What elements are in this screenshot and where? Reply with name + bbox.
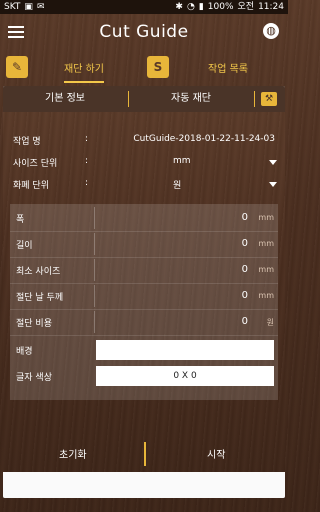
background-color-picker[interactable] xyxy=(96,340,274,360)
min-size-input[interactable] xyxy=(94,259,256,281)
colon: : xyxy=(85,134,89,144)
param-unit: mm xyxy=(258,291,274,300)
time-label: 11:24 xyxy=(258,2,284,12)
param-value: 0 xyxy=(241,264,248,275)
header-divider xyxy=(254,91,255,107)
chevron-down-icon[interactable] xyxy=(269,160,277,165)
job-name-row: 작업 명 : CutGuide-2018-01-22-11-24-03 xyxy=(13,134,281,148)
currency-unit-value[interactable]: 원 xyxy=(173,178,181,191)
tab-cut[interactable]: 재단 하기 xyxy=(64,60,104,83)
auto-cut-button[interactable]: 자동 재단 xyxy=(129,86,253,112)
row-divider xyxy=(10,335,278,336)
bluetooth-icon: ✱ xyxy=(175,2,183,12)
params-table: 폭 0 mm 길이 0 mm 최소 사이즈 0 mm 절단 날 두께 0 mm … xyxy=(10,204,278,400)
param-label: 폭 xyxy=(16,215,25,225)
param-min-size-row: 최소 사이즈 0 mm xyxy=(10,258,278,282)
main-panel: 기본 정보 자동 재단 ⚒ 작업 명 : CutGuide-2018-01-22… xyxy=(3,86,285,498)
param-label: 절단 날 두께 xyxy=(16,293,64,303)
panel-header: 기본 정보 자동 재단 ⚒ xyxy=(3,86,285,112)
action-divider xyxy=(144,442,146,466)
chevron-down-icon[interactable] xyxy=(269,182,277,187)
size-unit-row[interactable]: 사이즈 단위 : mm xyxy=(13,156,281,170)
size-unit-value[interactable]: mm xyxy=(173,156,191,166)
signal-icon: ▮ xyxy=(198,2,204,12)
saw-icon[interactable]: ⚒ xyxy=(261,92,277,106)
tab-bar: ✎ 재단 하기 S 작업 목록 xyxy=(0,50,288,84)
menu-icon[interactable] xyxy=(8,23,24,41)
param-value: 0 xyxy=(241,238,248,249)
bottom-action-bar: 초기화 시작 xyxy=(3,436,285,472)
currency-unit-label: 화폐 단위 xyxy=(13,181,49,191)
param-unit: 원 xyxy=(266,318,274,327)
text-color-picker[interactable]: 0 X 0 xyxy=(96,366,274,386)
time-prefix: 오전 xyxy=(237,2,255,12)
param-label: 절단 비용 xyxy=(16,319,52,329)
param-width-row: 폭 0 mm xyxy=(10,206,278,230)
param-label: 최소 사이즈 xyxy=(16,267,61,277)
width-input[interactable] xyxy=(94,207,256,229)
panel-footer xyxy=(3,472,285,498)
param-background-row: 배경 xyxy=(10,338,278,362)
param-label: 글자 색상 xyxy=(16,373,52,383)
battery-label: 100% xyxy=(207,2,234,12)
job-name-value[interactable]: CutGuide-2018-01-22-11-24-03 xyxy=(133,134,275,144)
param-label: 길이 xyxy=(16,241,33,251)
tab-job-list[interactable]: 작업 목록 xyxy=(208,60,248,75)
param-blade-row: 절단 날 두께 0 mm xyxy=(10,284,278,308)
reset-button[interactable]: 초기화 xyxy=(59,446,87,461)
form-area: 작업 명 : CutGuide-2018-01-22-11-24-03 사이즈 … xyxy=(3,112,285,498)
start-button[interactable]: 시작 xyxy=(207,446,225,461)
colon: : xyxy=(85,178,89,188)
notification-icon: ▣ xyxy=(24,2,33,12)
colon: : xyxy=(85,156,89,166)
length-input[interactable] xyxy=(94,233,256,255)
status-bar: SKT ▣ ✉ ✱ ◔ ▮ 100% 오전 11:24 xyxy=(0,0,288,14)
param-label: 배경 xyxy=(16,347,33,357)
app-title: Cut Guide xyxy=(99,22,189,42)
param-unit: mm xyxy=(258,265,274,274)
ruler-icon[interactable]: ✎ xyxy=(6,56,28,78)
globe-icon[interactable]: ◍ xyxy=(263,23,279,39)
blade-thickness-input[interactable] xyxy=(94,285,256,307)
photo-icon: ✉ xyxy=(36,2,45,12)
param-length-row: 길이 0 mm xyxy=(10,232,278,256)
cut-cost-input[interactable] xyxy=(94,311,256,333)
wifi-icon: ◔ xyxy=(186,2,195,12)
param-unit: mm xyxy=(258,239,274,248)
param-unit: mm xyxy=(258,213,274,222)
app-bar: Cut Guide ◍ xyxy=(0,14,288,50)
param-value: 0 xyxy=(241,316,248,327)
param-text-color-row: 글자 색상 0 X 0 xyxy=(10,364,278,388)
basic-info-button[interactable]: 기본 정보 xyxy=(3,86,127,112)
currency-unit-row[interactable]: 화폐 단위 : 원 xyxy=(13,178,281,192)
size-unit-label: 사이즈 단위 xyxy=(13,159,58,169)
param-value: 0 xyxy=(241,290,248,301)
job-name-label: 작업 명 xyxy=(13,137,41,147)
param-cost-row: 절단 비용 0 원 xyxy=(10,310,278,334)
list-icon[interactable]: S xyxy=(147,56,169,78)
carrier-label: SKT xyxy=(4,2,21,12)
param-value: 0 xyxy=(241,212,248,223)
